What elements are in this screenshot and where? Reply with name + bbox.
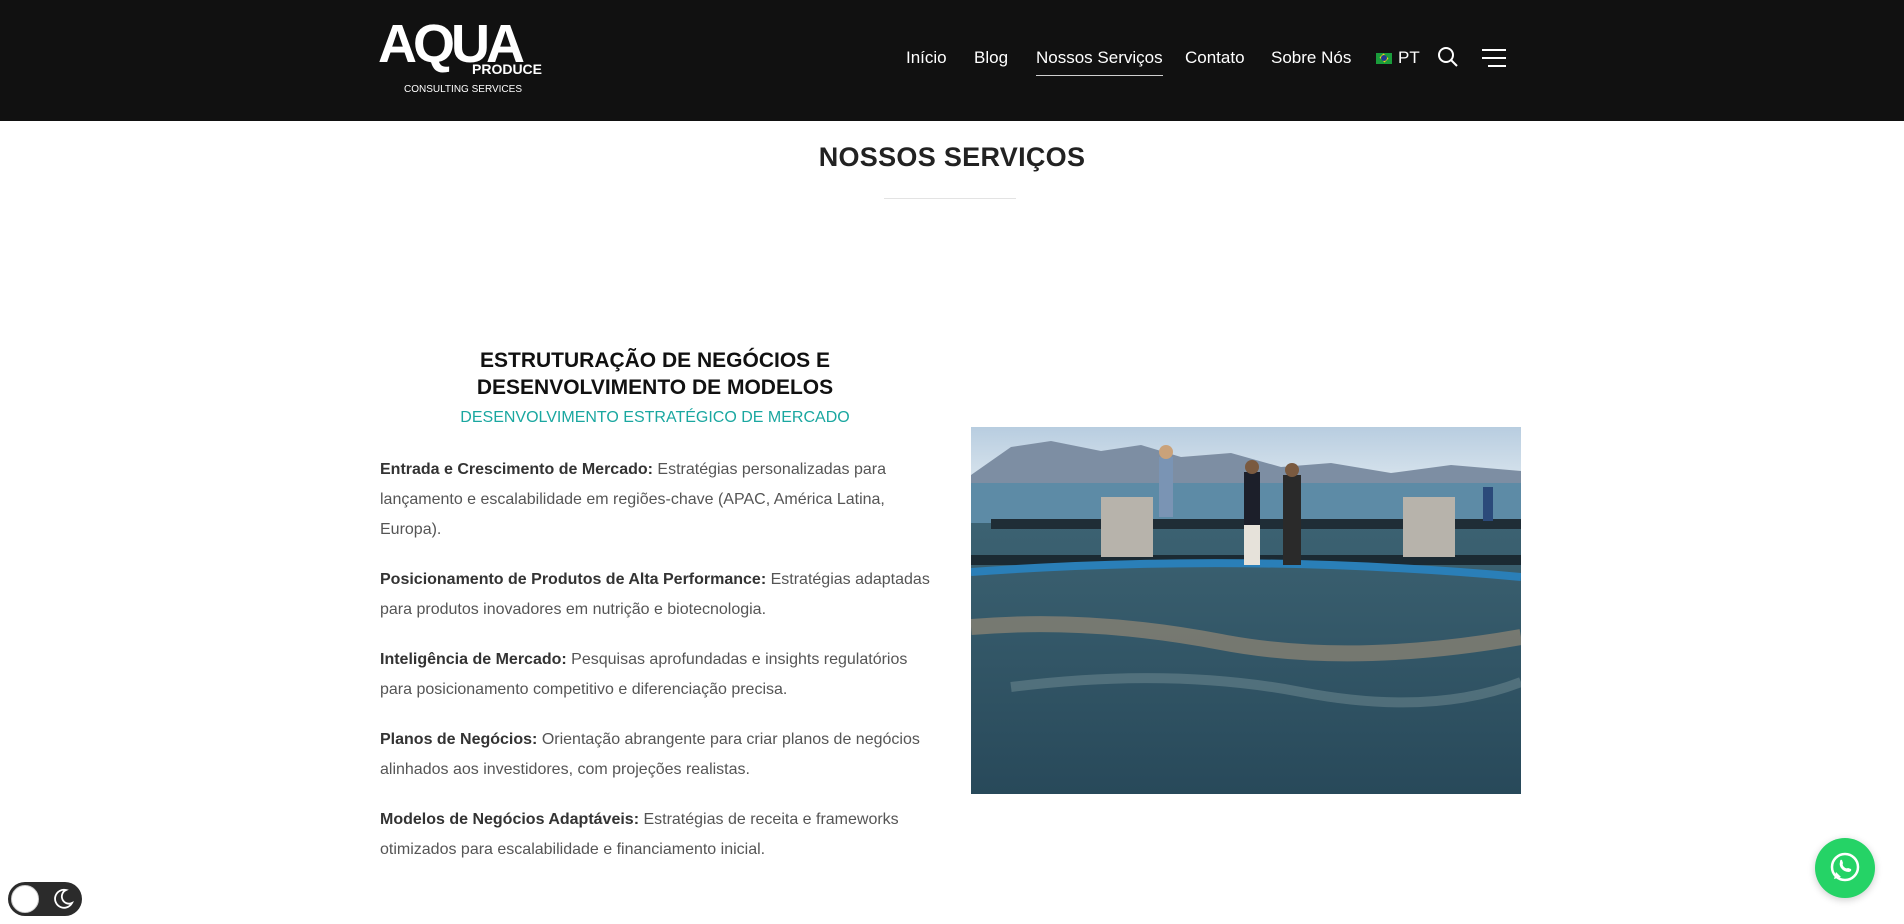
language-label: PT	[1398, 48, 1420, 67]
service-heading: Posicionamento de Produtos de Alta Perfo…	[380, 571, 767, 588]
service-heading: Inteligência de Mercado:	[380, 651, 567, 668]
section-title: ESTRUTURAÇÃO DE NEGÓCIOS E DESENVOLVIMEN…	[476, 349, 834, 400]
section-subtitle: DESENVOLVIMENTO ESTRATÉGICO DE MERCADO	[460, 409, 850, 426]
service-heading: Modelos de Negócios Adaptáveis:	[380, 811, 640, 828]
page-title: NOSSOS SERVIÇOS	[818, 142, 1086, 173]
nav-contato[interactable]: Contato	[1185, 48, 1245, 68]
service-item: Inteligência de Mercado: Pesquisas aprof…	[380, 645, 940, 705]
menu-icon[interactable]	[1482, 49, 1506, 72]
moon-icon	[54, 888, 74, 909]
whatsapp-button[interactable]	[1815, 838, 1875, 898]
search-icon[interactable]	[1437, 46, 1459, 73]
main-navigation: Início Blog Nossos Serviços Contato Sobr…	[0, 0, 1904, 121]
service-heading: Entrada e Crescimento de Mercado:	[380, 461, 653, 478]
nav-nossos-servicos[interactable]: Nossos Serviços	[1036, 48, 1163, 76]
service-item: Modelos de Negócios Adaptáveis: Estratég…	[380, 805, 940, 865]
brazil-flag-icon	[1376, 52, 1392, 64]
services-list: Entrada e Crescimento de Mercado: Estrat…	[380, 455, 940, 885]
nav-blog[interactable]: Blog	[974, 48, 1008, 68]
service-item: Posicionamento de Produtos de Alta Perfo…	[380, 565, 940, 625]
service-item: Planos de Negócios: Orientação abrangent…	[380, 725, 940, 785]
fish-farm-photo	[971, 427, 1521, 794]
sun-icon	[11, 885, 39, 913]
service-item: Entrada e Crescimento de Mercado: Estrat…	[380, 455, 940, 545]
nav-sobre-nos[interactable]: Sobre Nós	[1271, 48, 1351, 68]
service-heading: Planos de Negócios:	[380, 731, 538, 748]
nav-inicio[interactable]: Início	[906, 48, 947, 68]
site-header: AQUA PRODUCE CONSULTING SERVICES Início …	[0, 0, 1904, 121]
dark-mode-toggle[interactable]	[8, 882, 82, 916]
language-switcher[interactable]: PT	[1376, 48, 1420, 68]
title-divider	[884, 198, 1016, 199]
whatsapp-icon	[1830, 852, 1860, 882]
